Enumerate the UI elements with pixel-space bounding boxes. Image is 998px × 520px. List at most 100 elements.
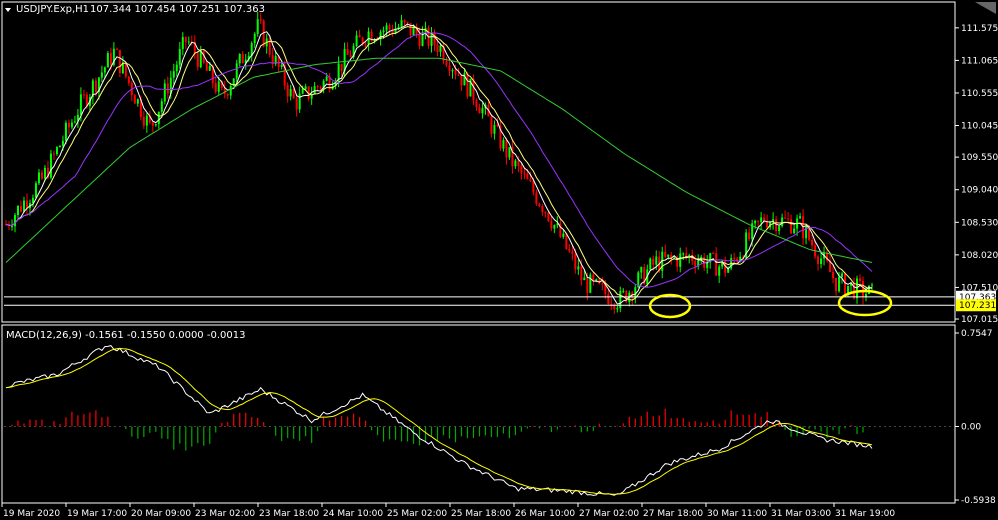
candle-body [862,281,865,297]
macd-y-tick-label: 0.7547 [961,329,993,339]
candle-body [52,153,55,155]
candle-body [145,115,148,126]
candle-body [196,53,199,68]
candle-body [217,81,220,92]
candle-body [55,147,58,155]
y-tick-label: 110.555 [961,89,998,99]
candle-body [127,76,130,84]
candle-body [115,48,118,50]
x-tick-label: 19 Mar 2020 [3,509,60,519]
x-tick-label: 19 Mar 17:00 [67,509,127,519]
candle-body [529,179,532,182]
candle-body [106,53,109,68]
candle-body [163,83,166,102]
macd-label: MACD(12,26,9) -0.1561 -0.1550 0.0000 -0.… [6,330,245,341]
candle-body [166,83,169,94]
candle-body [151,122,154,126]
candle-body [457,74,460,76]
candle-body [400,20,403,28]
chart-terminal[interactable]: USDJPY.Exp,H1 107.344 107.454 107.251 10… [0,0,998,520]
candle-body [490,116,493,134]
candle-body [859,278,862,282]
candle-body [445,60,448,66]
candle-body [718,266,721,276]
candle-body [280,64,283,68]
candle-body [580,266,583,281]
y-tick-label: 108.530 [961,218,998,228]
candle-body [820,258,823,265]
candle-body [199,50,202,68]
candle-body [214,83,217,92]
candle-body [64,122,67,141]
candle-body [793,228,796,234]
candle-body [385,25,388,31]
candle-body [109,53,112,65]
candle-body [61,140,64,146]
candle-body [571,251,574,254]
x-tick-label: 27 Mar 18:00 [643,509,703,519]
candle-body [172,71,175,78]
candle-body [298,93,301,110]
candle-body [187,41,190,43]
candle-body [715,253,718,276]
candle-body [256,19,259,34]
candle-body [10,226,13,228]
candle-body [403,20,406,22]
candle-body [811,239,814,246]
y-tick-label: 109.040 [961,186,998,196]
candle-body [118,49,121,74]
candle-body [679,253,682,267]
y-tick-label: 107.015 [961,315,998,325]
candle-body [835,278,838,292]
candle-body [412,26,415,36]
candle-body [349,54,352,57]
candle-body [355,35,358,47]
candle-body [175,64,178,72]
candle-body [346,49,349,55]
candle-body [514,160,517,167]
candle-body [19,205,22,212]
candle-body [757,220,760,222]
x-tick-label: 24 Mar 10:00 [323,509,383,519]
candle-body [40,172,43,179]
candle-body [775,219,778,232]
candle-body [304,86,307,90]
candle-body [238,53,241,64]
x-tick-label: 31 Mar 19:00 [835,509,895,519]
candle-body [433,32,436,45]
candle-body [49,153,52,178]
candle-body [577,266,580,270]
candle-body [712,253,715,255]
candle-body [748,232,751,240]
candle-body [382,30,385,33]
candle-body [43,167,46,179]
chart-background [0,0,998,520]
candle-body [667,254,670,257]
candle-body [694,260,697,267]
candle-body [67,122,70,128]
candle-body [448,65,451,72]
macd-y-tick-label: -0.5938 [961,496,996,506]
ohlc-label: 107.344 107.454 107.251 107.363 [90,4,265,15]
candle-body [142,116,145,126]
candle-body [622,290,625,292]
x-tick-label: 26 Mar 10:00 [515,509,575,519]
candle-body [652,258,655,265]
candle-body [583,277,586,281]
candle-body [13,215,16,227]
candle-body [754,220,757,224]
candle-body [184,37,187,42]
x-tick-label: 23 Mar 18:00 [259,509,319,519]
candle-body [406,21,409,23]
x-tick-label: 27 Mar 02:00 [579,509,639,519]
candle-body [817,256,820,265]
candle-body [364,43,367,45]
candle-body [544,211,547,213]
candle-body [664,251,667,257]
candle-body [136,99,139,104]
candle-body [313,86,316,95]
candle-body [94,80,97,93]
candle-body [133,95,136,104]
candle-body [616,308,619,310]
candle-body [73,121,76,123]
